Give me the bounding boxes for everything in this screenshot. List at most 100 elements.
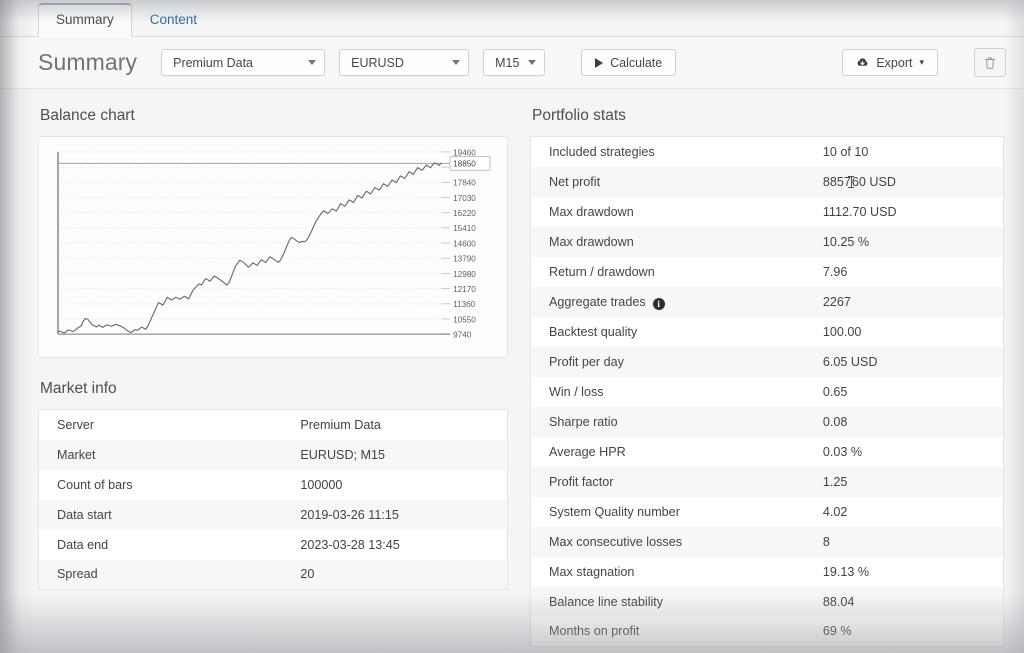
left-column: Balance chart 9740 10550 11360 12170 12980 13… bbox=[38, 107, 508, 653]
row-value: 6.05 USD bbox=[822, 354, 878, 369]
table-row: Max drawdown 10.25 % bbox=[530, 226, 1004, 257]
timeframe-select[interactable]: M15 bbox=[483, 49, 546, 76]
table-row: Server Premium Data bbox=[39, 410, 508, 440]
balance-chart-canvas[interactable]: 9740 10550 11360 12170 12980 13790 14600 15410 1… bbox=[48, 146, 499, 348]
export-button[interactable]: Export ▾ bbox=[842, 49, 938, 76]
table-row: Aggregate trades i 2267 bbox=[530, 286, 1004, 317]
row-key: Market bbox=[57, 447, 96, 462]
row-key: Balance line stability bbox=[549, 594, 664, 609]
table-row: Count of bars 100000 bbox=[39, 470, 508, 500]
delete-button[interactable] bbox=[974, 48, 1006, 77]
right-column: Portfolio stats Included strategies 10 of… bbox=[530, 107, 1004, 653]
y-axis-tick-label: 9740 bbox=[453, 331, 472, 340]
row-key: Profit per day bbox=[549, 354, 624, 369]
table-row: Profit factor 1.25 bbox=[530, 466, 1004, 497]
server-select[interactable]: Premium Data bbox=[161, 49, 326, 76]
y-axis-tick-label: 12170 bbox=[453, 285, 476, 294]
export-label: Export bbox=[876, 55, 913, 70]
symbol-select[interactable]: EURUSD bbox=[339, 49, 470, 76]
row-key: Aggregate trades i bbox=[531, 287, 805, 317]
table-row: Data end 2023-03-28 13:45 bbox=[39, 530, 508, 560]
row-key: Data end bbox=[57, 537, 109, 552]
row-value: Premium Data bbox=[300, 417, 381, 432]
tab-summary-label: Summary bbox=[56, 11, 114, 27]
table-row: Return / drawdown 7.96 bbox=[531, 257, 1004, 287]
table-row: Profit per day 6.05 USD bbox=[530, 346, 1004, 377]
row-value: EURUSD; M15 bbox=[300, 447, 386, 462]
table-row: Average HPR 0.03 % bbox=[531, 437, 1004, 467]
balance-chart-block: Balance chart 9740 10550 11360 12170 12980 13… bbox=[38, 107, 508, 358]
row-value: 0.65 bbox=[822, 384, 848, 399]
y-axis-tick-label: 11360 bbox=[453, 300, 476, 309]
y-axis-tick-label: 12980 bbox=[453, 270, 476, 279]
play-icon bbox=[595, 57, 604, 68]
row-value: 7.96 bbox=[822, 264, 848, 279]
row-value: 2267 bbox=[822, 294, 851, 309]
balance-chart-title: Balance chart bbox=[40, 107, 135, 124]
row-key: Average HPR bbox=[549, 444, 626, 459]
y-axis-tick-label: 13790 bbox=[453, 255, 476, 264]
table-row: Spread 20 bbox=[38, 559, 508, 590]
row-key: Spread bbox=[57, 567, 98, 582]
row-value: 69 % bbox=[822, 624, 852, 639]
table-row: Max stagnation 19.13 % bbox=[531, 557, 1004, 587]
row-value: 1112.70 USD bbox=[822, 204, 897, 219]
row-key: Max stagnation bbox=[549, 564, 635, 579]
y-axis-tick-label: 17030 bbox=[453, 194, 476, 203]
current-value-label: 18850 bbox=[453, 160, 476, 169]
table-row: Sharpe ratio 0.08 bbox=[530, 406, 1004, 437]
info-icon[interactable]: i bbox=[652, 297, 665, 310]
table-row: Backtest quality 100.00 bbox=[531, 317, 1004, 347]
table-row: Market EURUSD; M15 bbox=[38, 439, 508, 470]
app-root: Summary Content Summary Premium Data EUR… bbox=[0, 0, 1024, 653]
symbol-select-value: EURUSD bbox=[351, 55, 404, 70]
y-axis-tick-label: 19460 bbox=[453, 148, 476, 157]
y-axis-tick-label: 17840 bbox=[453, 179, 476, 188]
y-axis-tick-label: 16220 bbox=[453, 209, 476, 218]
row-key: Data start bbox=[57, 507, 112, 522]
cloud-download-icon bbox=[857, 58, 868, 66]
row-value: 2019-03-26 11:15 bbox=[300, 507, 399, 522]
page-title: Summary bbox=[38, 49, 138, 75]
tab-summary[interactable]: Summary bbox=[38, 2, 132, 37]
portfolio-stats-title: Portfolio stats bbox=[532, 107, 626, 124]
market-info-block: Market info Server Premium Data Market EURU… bbox=[38, 380, 508, 590]
row-key: Return / drawdown bbox=[549, 264, 655, 279]
row-value: 8 bbox=[822, 534, 830, 549]
tab-content[interactable]: Content bbox=[132, 4, 215, 37]
row-value: 885760 USD bbox=[822, 175, 896, 189]
portfolio-stats-table: Included strategies 10 of 10 Net profit 885… bbox=[530, 136, 1004, 647]
trash-icon bbox=[984, 56, 996, 69]
chevron-down-icon bbox=[308, 60, 317, 65]
row-key: System Quality number bbox=[549, 504, 680, 519]
y-axis-tick-label: 10550 bbox=[453, 315, 476, 324]
balance-chart-card: 9740 10550 11360 12170 12980 13790 14600 15410 1… bbox=[38, 136, 508, 358]
calculate-button[interactable]: Calculate bbox=[581, 49, 677, 76]
row-key: Server bbox=[57, 417, 95, 432]
table-row: Months on profit 69 % bbox=[531, 617, 1004, 647]
text-cursor bbox=[848, 176, 855, 188]
chevron-down-icon bbox=[452, 60, 461, 65]
row-key: Max drawdown bbox=[549, 234, 634, 249]
tab-bar: Summary Content bbox=[0, 0, 1024, 37]
timeframe-select-value: M15 bbox=[495, 55, 520, 70]
row-value: 100.00 bbox=[822, 324, 862, 339]
server-select-value: Premium Data bbox=[173, 55, 253, 70]
row-key: Profit factor bbox=[549, 474, 614, 489]
row-value: 1.25 bbox=[822, 474, 848, 489]
row-key: Count of bars bbox=[57, 477, 133, 492]
table-row: Win / loss 0.65 bbox=[531, 377, 1004, 407]
row-value: 10.25 % bbox=[822, 234, 870, 249]
table-row: Data start 2019-03-26 11:15 bbox=[38, 499, 508, 530]
chevron-down-icon bbox=[528, 60, 537, 65]
balance-line bbox=[57, 162, 442, 334]
row-key: Included strategies bbox=[549, 144, 655, 159]
row-key: Win / loss bbox=[549, 384, 604, 399]
y-axis-tick-label: 15410 bbox=[453, 224, 476, 233]
calculate-label: Calculate bbox=[610, 55, 663, 70]
row-value: 4.02 bbox=[822, 504, 848, 519]
row-key: Max drawdown bbox=[549, 204, 634, 219]
row-key: Months on profit bbox=[549, 624, 640, 639]
row-value: 19.13 % bbox=[822, 564, 870, 579]
row-value: 10 of 10 bbox=[822, 144, 869, 159]
